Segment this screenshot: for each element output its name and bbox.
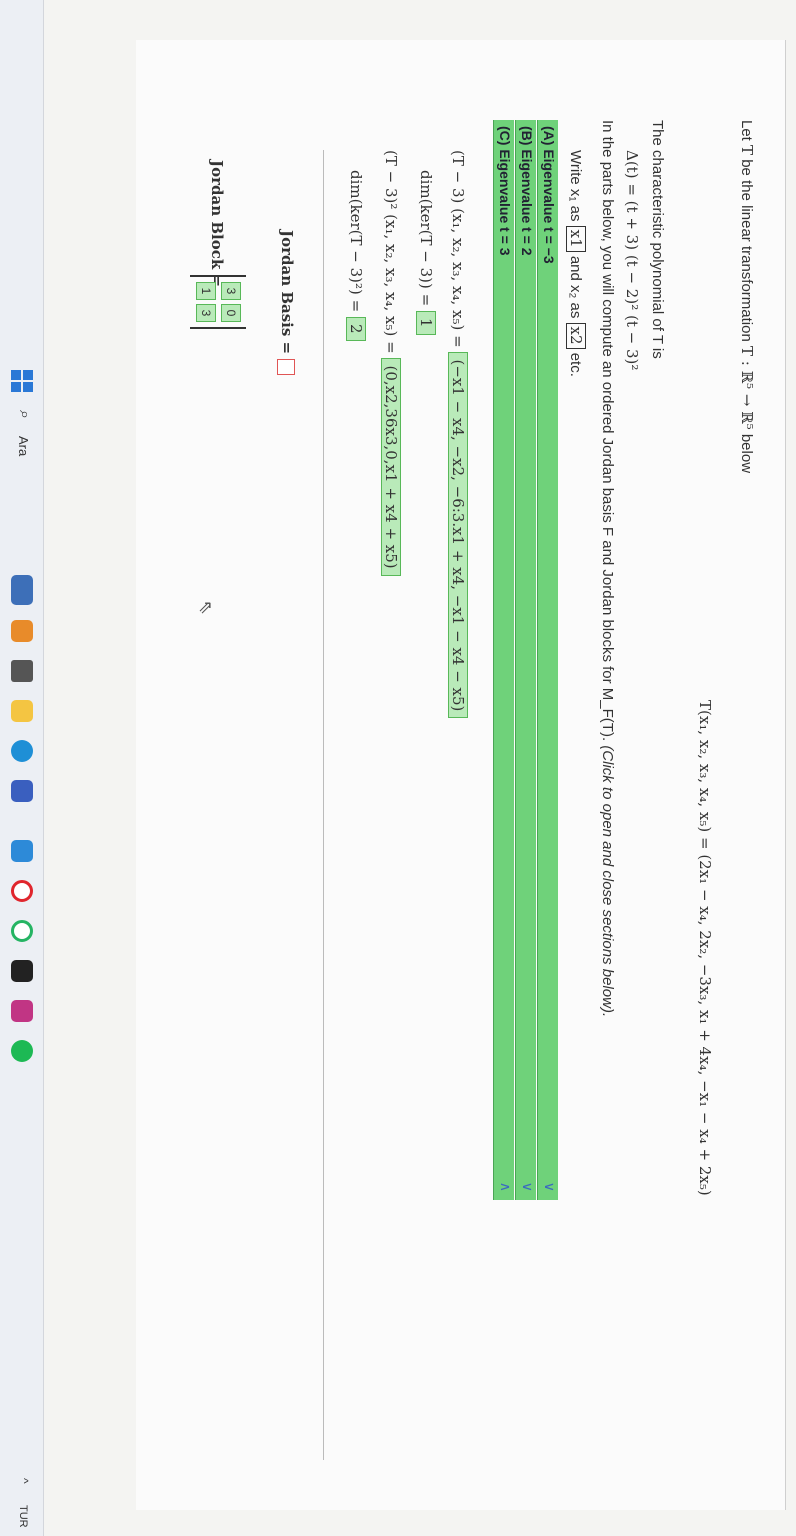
search-text: Ara xyxy=(16,436,31,457)
tray-chevron-icon[interactable]: ^ xyxy=(17,1478,31,1484)
section-b-header[interactable]: (B) Eigenvalue t = 2 ∨ xyxy=(515,120,536,1200)
taskbar: ⌕ Ara TUR ^ xyxy=(0,0,44,1536)
charpoly-label: The characteristic polynomial of T is xyxy=(649,120,666,359)
instructions-note: (Click to open and close sections below)… xyxy=(599,745,616,1018)
edu-app-icon[interactable] xyxy=(11,620,33,642)
charpoly-expression: Δ(t) = (t + 3) (t − 2)² (t − 3)² xyxy=(623,150,641,371)
spotify-icon[interactable] xyxy=(11,1040,33,1062)
row-t-minus-3-squared: (T − 3)² (x₁, x₂, x₃, x₄, x₅) = (0,x2,36… xyxy=(381,150,401,576)
block-cell-22[interactable]: 3 xyxy=(196,304,216,322)
section-b-label: (B) Eigenvalue t = 2 xyxy=(519,126,535,256)
jordan-block-matrix: 3 0 1 3 xyxy=(190,275,246,329)
outlook-icon[interactable] xyxy=(11,840,33,862)
windows-start-icon[interactable] xyxy=(11,370,33,392)
block-cell-21[interactable]: 1 xyxy=(196,282,216,300)
divider xyxy=(785,40,786,1510)
instagram-icon[interactable] xyxy=(11,1000,33,1022)
answer-dim-ker[interactable]: 1 xyxy=(416,310,436,335)
instructions-text: In the parts below, you will compute an … xyxy=(599,120,616,742)
taskbar-search[interactable]: ⌕ Ara xyxy=(9,410,35,530)
screen: Let T be the linear transformation T : ℝ… xyxy=(0,0,796,1536)
answer-t-minus-3[interactable]: (−x1 − x4, −x2, −6:3.x1 + x4, −x1 − x4 −… xyxy=(448,352,468,719)
section-c-header[interactable]: (C) Eigenvalue t = 3 ∧ xyxy=(493,120,514,1200)
divider xyxy=(323,150,324,1460)
intro-line: Let T be the linear transformation T : ℝ… xyxy=(738,120,756,473)
example-box-x2: x2 xyxy=(566,322,586,349)
intro-pre: Let xyxy=(738,120,755,141)
section-c-label: (C) Eigenvalue t = 3 xyxy=(497,126,513,256)
row4-lhs: dim(ker(T − 3)²) = xyxy=(347,170,365,313)
jordan-basis-row: Jordan Basis = xyxy=(277,230,296,376)
file-explorer-icon[interactable] xyxy=(11,700,33,722)
answer-dim-ker-squared[interactable]: 2 xyxy=(346,316,366,341)
whatsapp-icon[interactable] xyxy=(11,920,33,942)
weather-icon[interactable] xyxy=(11,575,33,605)
opera-icon[interactable] xyxy=(11,880,33,902)
row2-lhs: dim(ker(T − 3)) = xyxy=(417,170,435,307)
intro-mid: be the linear transformation xyxy=(738,159,755,342)
row-t-minus-3: (T − 3) (x₁, x₂, x₃, x₄, x₅) = (−x1 − x4… xyxy=(448,150,468,719)
chevron-down-icon[interactable]: ∨ xyxy=(541,1182,558,1192)
chevron-up-icon[interactable]: ∧ xyxy=(497,1182,514,1192)
section-a-label: (A) Eigenvalue t = −3 xyxy=(541,126,557,264)
jordan-basis-input[interactable] xyxy=(277,359,295,376)
jordan-block-label: Jordan Block = xyxy=(208,160,226,288)
store-icon[interactable] xyxy=(11,780,33,802)
mouse-cursor-icon: ⇖ xyxy=(196,600,216,616)
write-mid: and x₂ as xyxy=(567,255,584,319)
write-hint: Write x₁ as x1 and x₂ as x2 etc. xyxy=(566,150,586,377)
write-post: etc. xyxy=(567,352,584,377)
row-dim-ker-squared: dim(ker(T − 3)²) = 2 xyxy=(346,170,366,341)
block-cell-11[interactable]: 3 xyxy=(221,282,241,300)
section-a-header[interactable]: (A) Eigenvalue t = −3 ∨ xyxy=(537,120,558,1200)
row1-lhs: (T − 3) (x₁, x₂, x₃, x₄, x₅) = xyxy=(449,150,467,348)
instructions: In the parts below, you will compute an … xyxy=(599,120,616,1017)
row3-lhs: (T − 3)² (x₁, x₂, x₃, x₄, x₅) = xyxy=(382,150,400,354)
edge-icon[interactable] xyxy=(11,740,33,762)
symbol-t: T xyxy=(738,145,756,156)
row-dim-ker: dim(ker(T − 3)) = 1 xyxy=(416,170,436,335)
example-box-x1: x1 xyxy=(566,225,586,252)
search-icon: ⌕ xyxy=(16,410,33,419)
problem-page: Let T be the linear transformation T : ℝ… xyxy=(136,40,786,1510)
notion-icon[interactable] xyxy=(11,960,33,982)
transformation-definition: T(x₁, x₂, x₃, x₄, x₅) = (2x₁ − x₄, 2x₂, … xyxy=(696,700,714,1196)
write-pre: Write x₁ as xyxy=(567,150,584,222)
chevron-down-icon[interactable]: ∨ xyxy=(519,1182,536,1192)
intro-post: below xyxy=(738,433,755,474)
jordan-basis-label: Jordan Basis = xyxy=(278,230,296,355)
tray-language[interactable]: TUR xyxy=(17,1505,29,1528)
block-cell-12[interactable]: 0 xyxy=(221,304,241,322)
map-notation: T : ℝ⁵ → ℝ⁵ xyxy=(738,346,756,430)
task-view-icon[interactable] xyxy=(11,660,33,682)
answer-t-minus-3-squared[interactable]: (0,x2,36x3,0,x1 + x4 + x5) xyxy=(381,358,401,576)
